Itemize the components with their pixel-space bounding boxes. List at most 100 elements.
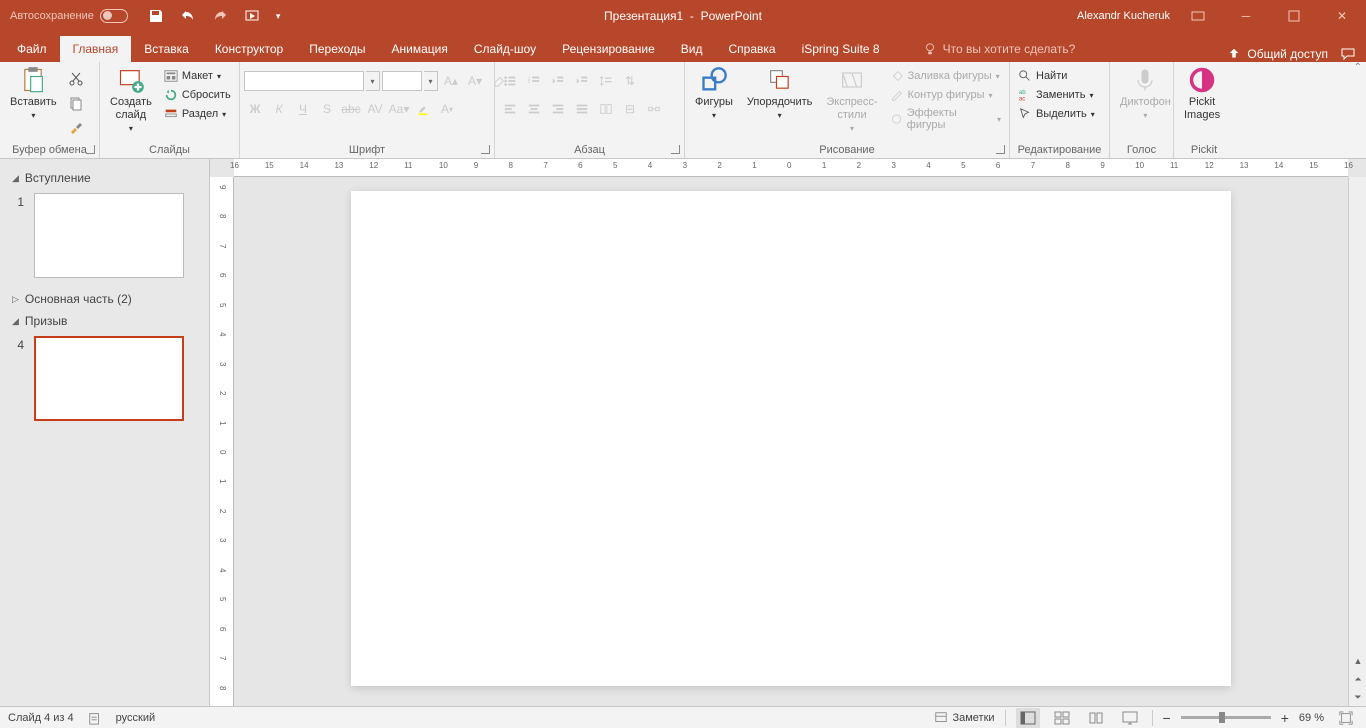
zoom-level[interactable]: 69 % [1299,712,1324,724]
maximize-icon[interactable] [1274,0,1314,32]
change-case-button[interactable]: Aa▾ [388,98,410,120]
numbering-button[interactable]: 12 [523,70,545,92]
tab-design[interactable]: Конструктор [202,36,296,62]
tab-transitions[interactable]: Переходы [296,36,378,62]
reset-button[interactable]: Сбросить [160,87,235,103]
replace-button[interactable]: abacЗаменить▾ [1014,87,1099,103]
pickit-images-button[interactable]: Pickit Images [1178,64,1226,124]
canvas-viewport[interactable] [234,177,1348,706]
scroll-up-icon[interactable]: ▲ [1349,652,1366,670]
font-name-dropdown[interactable]: ▾ [366,71,380,91]
autosave-toggle[interactable]: Автосохранение [10,9,128,23]
text-direction-button[interactable]: ⇅ [619,70,641,92]
section-main[interactable]: ▷Основная часть (2) [12,288,197,310]
start-from-beginning-icon[interactable] [244,8,260,24]
decrease-indent-button[interactable] [547,70,569,92]
tab-review[interactable]: Рецензирование [549,36,668,62]
copy-button[interactable] [65,93,87,115]
slide-thumbnail[interactable] [34,193,184,278]
dictate-button[interactable]: Диктофон▾ [1114,64,1177,123]
undo-icon[interactable] [180,8,196,24]
char-spacing-button[interactable]: AV [364,98,386,120]
ribbon-display-icon[interactable] [1178,0,1218,32]
align-center-button[interactable] [523,98,545,120]
font-size-input[interactable] [382,71,422,91]
vertical-scrollbar[interactable]: ▲ ⏶ ⏷ [1348,177,1366,706]
tab-insert[interactable]: Вставка [131,36,202,62]
shadow-button[interactable]: S [316,98,338,120]
fit-to-window-icon[interactable] [1334,708,1358,728]
format-painter-button[interactable] [65,118,87,140]
sorter-view-icon[interactable] [1050,708,1074,728]
arrange-button[interactable]: Упорядочить▾ [741,64,818,123]
align-text-button[interactable]: ⊟ [619,98,641,120]
slide-thumbnail-selected[interactable] [34,336,184,421]
slide-thumb-1[interactable]: 1 [12,193,197,278]
font-size-dropdown[interactable]: ▾ [424,71,438,91]
share-button[interactable]: Общий доступ [1227,47,1328,61]
increase-indent-button[interactable] [571,70,593,92]
tab-ispring[interactable]: iSpring Suite 8 [789,36,893,62]
normal-view-icon[interactable] [1016,708,1040,728]
tab-help[interactable]: Справка [715,36,788,62]
tab-view[interactable]: Вид [668,36,716,62]
section-cta[interactable]: ◢Призыв [12,310,197,332]
zoom-out-button[interactable]: − [1163,710,1171,726]
slide-thumb-4[interactable]: 4 [12,336,197,421]
new-slide-button[interactable]: Создать слайд ▾ [104,64,158,136]
shape-effects-button[interactable]: Эффекты фигуры▾ [886,106,1005,132]
columns-button[interactable] [595,98,617,120]
underline-button[interactable]: Ч [292,98,314,120]
tab-file[interactable]: Файл [4,36,60,62]
shape-outline-button[interactable]: Контур фигуры▾ [886,87,1005,103]
bold-button[interactable]: Ж [244,98,266,120]
layout-button[interactable]: Макет▾ [160,68,235,84]
tab-slideshow[interactable]: Слайд-шоу [461,36,549,62]
shapes-button[interactable]: Фигуры▾ [689,64,739,123]
language-indicator[interactable]: русский [116,712,155,724]
notes-button[interactable]: Заметки [934,711,994,725]
increase-font-button[interactable]: A▴ [440,70,462,92]
slideshow-view-icon[interactable] [1118,708,1142,728]
next-slide-icon[interactable]: ⏷ [1349,688,1366,706]
justify-button[interactable] [571,98,593,120]
comments-icon[interactable] [1340,46,1356,62]
strikethrough-button[interactable]: abc [340,98,362,120]
section-intro[interactable]: ◢Вступление [12,167,197,189]
prev-slide-icon[interactable]: ⏶ [1349,670,1366,688]
cut-button[interactable] [65,68,87,90]
font-name-input[interactable] [244,71,364,91]
zoom-slider[interactable] [1181,716,1271,719]
font-color-button[interactable]: A▾ [436,98,458,120]
align-left-button[interactable] [499,98,521,120]
reading-view-icon[interactable] [1084,708,1108,728]
horizontal-ruler[interactable]: 1615141312111098765432101234567891011121… [234,159,1348,177]
vertical-ruler[interactable]: 9876543210123456789 [210,177,234,706]
find-button[interactable]: Найти [1014,68,1099,84]
bullets-button[interactable] [499,70,521,92]
slide-panel[interactable]: ◢Вступление 1 ▷Основная часть (2) ◢Призы… [0,159,210,706]
paste-button[interactable]: Вставить ▾ [4,64,63,123]
tell-me-search[interactable]: Что вы хотите сделать? [923,36,1076,62]
align-right-button[interactable] [547,98,569,120]
quick-styles-button[interactable]: Экспресс- стили▾ [820,64,883,136]
smartart-button[interactable] [643,98,665,120]
user-name[interactable]: Alexandr Kucheruk [1077,10,1170,22]
section-button[interactable]: Раздел▾ [160,106,235,122]
tab-home[interactable]: Главная [60,36,132,62]
save-icon[interactable] [148,8,164,24]
close-icon[interactable]: ✕ [1322,0,1362,32]
line-spacing-button[interactable] [595,70,617,92]
collapse-ribbon-icon[interactable]: ⌃ [1354,62,1362,73]
redo-icon[interactable] [212,8,228,24]
spellcheck-icon[interactable] [88,711,102,725]
zoom-in-button[interactable]: + [1281,710,1289,726]
slide-counter[interactable]: Слайд 4 из 4 [8,712,74,724]
tab-animation[interactable]: Анимация [379,36,461,62]
italic-button[interactable]: К [268,98,290,120]
shape-fill-button[interactable]: Заливка фигуры▾ [886,68,1005,84]
decrease-font-button[interactable]: A▾ [464,70,486,92]
select-button[interactable]: Выделить▾ [1014,106,1099,122]
highlight-button[interactable] [412,98,434,120]
minimize-icon[interactable]: ─ [1226,0,1266,32]
